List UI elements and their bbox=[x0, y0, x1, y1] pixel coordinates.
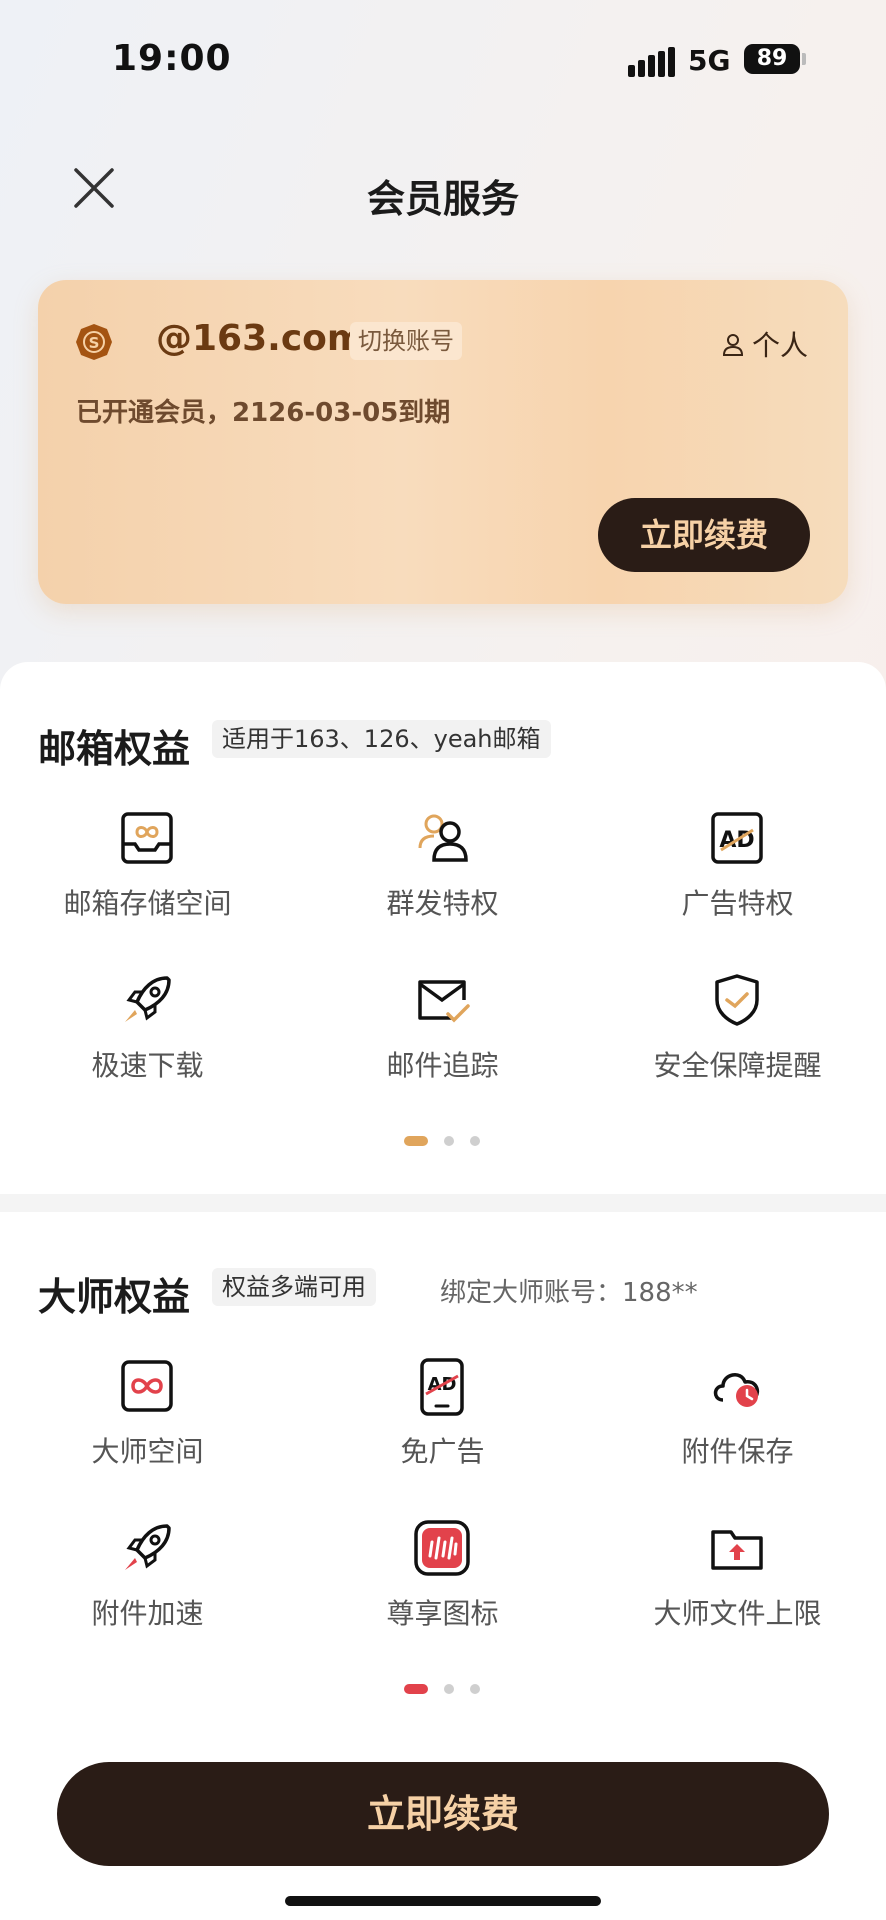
page-dot[interactable] bbox=[470, 1684, 480, 1694]
personal-label: 个人 bbox=[751, 329, 808, 362]
benefit-label: 附件保存 bbox=[681, 1435, 794, 1468]
ad-icon: AD bbox=[711, 812, 763, 864]
folder-upload-icon bbox=[711, 1530, 763, 1570]
page-dot-active[interactable] bbox=[404, 1684, 428, 1694]
bottom-bar: 立即续费 bbox=[0, 1728, 886, 1920]
rocket-red-icon bbox=[125, 1524, 171, 1570]
battery-tip bbox=[802, 53, 806, 65]
benefit-label: 邮箱存储空间 bbox=[63, 887, 232, 920]
shield-check-icon bbox=[715, 974, 759, 1026]
benefit-ad[interactable]: AD 广告特权 bbox=[590, 808, 885, 938]
master-benefits-section: 大师权益 权益多端可用 绑定大师账号：188** 大师空间 AD 免广告 bbox=[0, 1212, 886, 1728]
renew-button-bottom[interactable]: 立即续费 bbox=[57, 1762, 829, 1866]
benefit-security-alert[interactable]: 安全保障提醒 bbox=[590, 970, 885, 1100]
benefit-no-ad[interactable]: AD 免广告 bbox=[295, 1356, 590, 1486]
home-indicator[interactable] bbox=[285, 1896, 601, 1906]
group-send-icon bbox=[418, 814, 468, 862]
benefit-mail-tracking[interactable]: 邮件追踪 bbox=[295, 970, 590, 1100]
benefit-label: 免广告 bbox=[400, 1435, 485, 1468]
page-title: 会员服务 bbox=[366, 177, 519, 221]
header: 会员服务 bbox=[0, 150, 886, 230]
benefit-mailbox-storage[interactable]: 邮箱存储空间 bbox=[0, 808, 295, 938]
mail-benefits-tag: 适用于163、126、yeah邮箱 bbox=[212, 720, 551, 758]
mailbox-storage-icon bbox=[121, 812, 173, 864]
benefit-attachment-save[interactable]: 附件保存 bbox=[590, 1356, 885, 1486]
page-dot[interactable] bbox=[444, 1136, 454, 1146]
benefit-label: 极速下载 bbox=[91, 1049, 204, 1082]
benefit-label: 尊享图标 bbox=[386, 1597, 499, 1630]
exclusive-app-icon bbox=[414, 1520, 470, 1576]
person-icon bbox=[722, 334, 743, 356]
master-benefits-title: 大师权益 bbox=[38, 1275, 191, 1319]
bound-master-account: 绑定大师账号：188** bbox=[440, 1278, 698, 1308]
status-bar: 19:00 5G 89 bbox=[0, 0, 886, 120]
master-benefits-tag: 权益多端可用 bbox=[212, 1268, 376, 1306]
benefit-master-space[interactable]: 大师空间 bbox=[0, 1356, 295, 1486]
master-space-icon bbox=[121, 1360, 173, 1412]
benefit-label: 大师文件上限 bbox=[653, 1597, 822, 1630]
account-email: @163.com bbox=[156, 318, 365, 359]
mail-check-icon bbox=[418, 980, 470, 1023]
cloud-clock-icon bbox=[713, 1373, 760, 1407]
vip-badge-icon: S bbox=[76, 324, 112, 360]
mail-pagination-dots[interactable] bbox=[0, 1136, 886, 1150]
switch-account-button[interactable]: 切换账号 bbox=[350, 322, 462, 360]
benefit-label: 安全保障提醒 bbox=[653, 1049, 822, 1082]
battery-icon: 89 bbox=[744, 44, 800, 74]
benefit-fast-download[interactable]: 极速下载 bbox=[0, 970, 295, 1100]
benefit-attachment-speedup[interactable]: 附件加速 bbox=[0, 1518, 295, 1648]
benefit-label: 群发特权 bbox=[386, 887, 499, 920]
page-dot[interactable] bbox=[470, 1136, 480, 1146]
master-pagination-dots[interactable] bbox=[0, 1684, 886, 1698]
page-dot[interactable] bbox=[444, 1684, 454, 1694]
mail-benefits-title: 邮箱权益 bbox=[38, 727, 191, 771]
no-ad-icon: AD bbox=[420, 1358, 464, 1416]
renew-button-card[interactable]: 立即续费 bbox=[598, 498, 810, 572]
benefit-label: 附件加速 bbox=[91, 1597, 204, 1630]
section-divider bbox=[0, 1194, 886, 1212]
network-type: 5G bbox=[688, 44, 731, 77]
mail-benefits-section: 邮箱权益 适用于163、126、yeah邮箱 邮箱存储空间 群发特权 AD bbox=[0, 662, 886, 1194]
personal-account-button[interactable]: 个人 bbox=[720, 324, 808, 364]
membership-status: 已开通会员，2126-03-05到期 bbox=[76, 398, 451, 428]
status-time: 19:00 bbox=[112, 38, 232, 79]
member-card: S @163.com 切换账号 个人 已开通会员，2126-03-05到期 立即… bbox=[38, 280, 848, 604]
rocket-icon bbox=[125, 976, 171, 1022]
page-dot-active[interactable] bbox=[404, 1136, 428, 1146]
benefit-group-send[interactable]: 群发特权 bbox=[295, 808, 590, 938]
benefit-label: 邮件追踪 bbox=[386, 1049, 499, 1082]
benefit-label: 广告特权 bbox=[681, 887, 794, 920]
benefit-label: 大师空间 bbox=[91, 1435, 204, 1468]
benefit-master-file-limit[interactable]: 大师文件上限 bbox=[590, 1518, 885, 1648]
signal-icon bbox=[628, 47, 676, 77]
page: 19:00 5G 89 会员服务 S @163.com 切换账号 个人 已开通会… bbox=[0, 0, 886, 1920]
svg-text:S: S bbox=[89, 334, 100, 352]
benefit-exclusive-icon[interactable]: 尊享图标 bbox=[295, 1518, 590, 1648]
